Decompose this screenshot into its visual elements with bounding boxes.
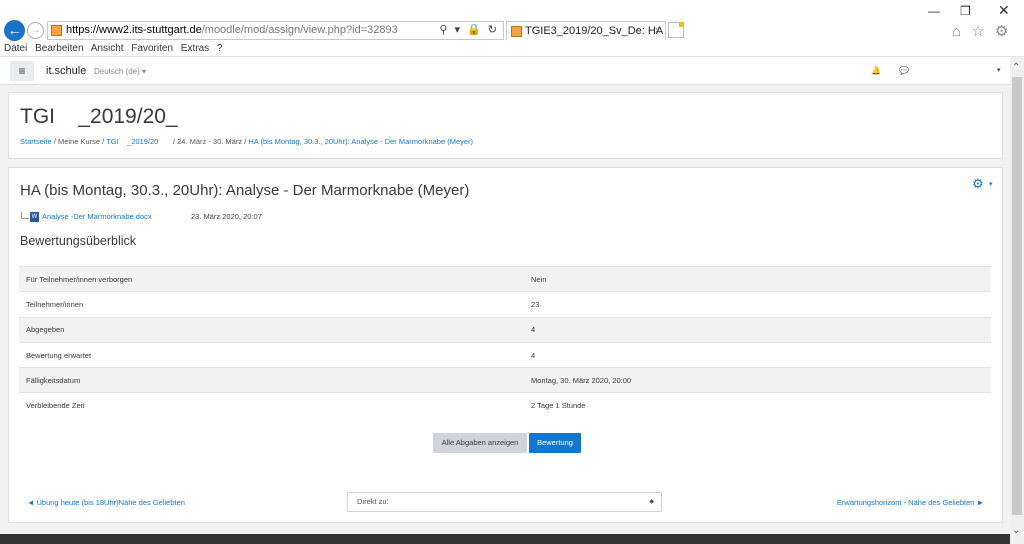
breadcrumb-my-courses: Meine Kurse (57, 137, 101, 146)
site-favicon-icon (51, 25, 62, 36)
menu-favoriten[interactable]: Favoriten (131, 43, 173, 54)
row-value: 4 (524, 316, 991, 343)
address-icons[interactable]: ⚲ ▾ 🔒 ↻ (439, 22, 499, 39)
table-row: Für Teilnehmer/innen verborgen Nein (19, 265, 991, 292)
vertical-scrollbar[interactable]: ⌃ ⌄ (1010, 57, 1024, 544)
breadcrumb-home[interactable]: Startseite (20, 137, 52, 146)
breadcrumb-assignment[interactable]: HA (bis Montag, 30.3., 20Uhr): Analyse -… (248, 137, 473, 146)
row-label: Teilnehmer/innen (19, 291, 524, 318)
scroll-up-icon[interactable]: ⌃ (1012, 62, 1020, 73)
breadcrumb-course[interactable]: TGI _2019/20 (106, 137, 171, 146)
url-host: https://www2.its-stuttgart.de (66, 24, 202, 36)
close-window-button[interactable]: ✕ (998, 2, 1010, 19)
menu-ansicht[interactable]: Ansicht (91, 43, 124, 54)
page-header: TGI _2019/20_ Startseite / Meine Kurse /… (8, 92, 1003, 159)
menu-extras[interactable]: Extras (181, 43, 209, 54)
menu-bar: Datei Bearbeiten Ansicht Favoriten Extra… (0, 42, 1024, 57)
word-document-icon: W (30, 212, 39, 223)
assignment-card: ⚙ ▾ HA (bis Montag, 30.3., 20Uhr): Analy… (8, 167, 1003, 523)
table-row: Fälligkeitsdatum Montag, 30. März 2020, 2… (19, 367, 991, 393)
table-row: Verbleibende Zeit 2 Tage 1 Stunde (19, 392, 991, 419)
grade-button[interactable]: Bewertung (529, 433, 581, 453)
restore-button[interactable]: ❐ (960, 4, 971, 18)
breadcrumb-week: 24. März - 30. März (177, 137, 243, 146)
minimize-button[interactable]: — (928, 4, 940, 18)
notification-message-icons[interactable]: 🔔 💬 (871, 66, 917, 75)
tree-line-icon (21, 212, 29, 219)
table-row: Bewertung erwartet 4 (19, 341, 991, 368)
file-date: 23. März 2020, 20:07 (191, 212, 262, 221)
browser-tab[interactable]: TGIE3_2019/20_Sv_De: HA (b... × (506, 21, 666, 40)
row-label: Verbleibende Zeit (19, 392, 524, 419)
page-title: HA (bis Montag, 30.3., 20Uhr): Analyse -… (20, 182, 470, 199)
table-row: Abgegeben 4 (19, 316, 991, 343)
course-title: TGI _2019/20_ (20, 105, 178, 128)
row-value: Nein (524, 265, 991, 292)
hamburger-menu-icon[interactable]: ≡ (10, 61, 34, 81)
tab-close-icon[interactable]: × (655, 22, 661, 40)
table-row: Teilnehmer/innen 23 (19, 291, 991, 318)
previous-activity-link[interactable]: ◄ Übung heute (bis 18Uhr)Nähe des Gelieb… (27, 498, 185, 507)
tab-title: TGIE3_2019/20_Sv_De: HA (b... (525, 25, 665, 37)
jump-to-label: Direkt zu: (357, 497, 389, 506)
user-menu-chevron-icon[interactable]: ▾ (997, 66, 1001, 74)
menu-help[interactable]: ? (217, 43, 223, 54)
view-all-submissions-button[interactable]: Alle Abgaben anzeigen (433, 433, 527, 453)
row-value: 2 Tage 1 Stunde (524, 392, 991, 419)
grading-summary-table: Für Teilnehmer/innen verborgen Nein Teiln… (19, 265, 991, 419)
address-bar[interactable]: https://www2.its-stuttgart.de/moodle/mod… (47, 21, 504, 40)
scroll-thumb[interactable] (1012, 77, 1022, 515)
chevron-down-icon[interactable]: ▾ (989, 180, 993, 188)
forward-button[interactable]: → (27, 22, 44, 39)
jump-to-select[interactable]: Direkt zu: ◆ (347, 492, 662, 512)
attached-file: W Analyse -Der Marmorknabe.docx 23. März … (21, 212, 262, 223)
row-value: Montag, 30. März 2020, 20:00 (524, 367, 991, 393)
row-value: 4 (524, 341, 991, 368)
new-tab-button[interactable] (668, 22, 684, 38)
menu-datei[interactable]: Datei (4, 43, 27, 54)
language-menu[interactable]: Deutsch (de) ▾ (94, 67, 146, 76)
grading-summary-heading: Bewertungsüberblick (20, 234, 137, 248)
menu-bearbeiten[interactable]: Bearbeiten (35, 43, 83, 54)
row-label: Fälligkeitsdatum (19, 367, 524, 393)
url-path: /moodle/mod/assign/view.php?id=32893 (201, 24, 398, 36)
file-link[interactable]: Analyse -Der Marmorknabe.docx (42, 212, 152, 221)
site-brand[interactable]: it.schule (46, 65, 86, 77)
select-arrows-icon: ◆ (649, 499, 654, 505)
row-value: 23 (524, 291, 991, 318)
breadcrumb: Startseite / Meine Kurse / TGI _2019/20 … (20, 137, 473, 146)
footer-bar (0, 534, 1010, 544)
gear-icon[interactable]: ⚙ (972, 176, 984, 192)
row-label: Abgegeben (19, 316, 524, 343)
moodle-navbar: ≡ it.schule Deutsch (de) ▾ 🔔 💬 ▾ (0, 57, 1010, 85)
scroll-down-icon[interactable]: ⌄ (1012, 525, 1020, 536)
tab-favicon-icon (511, 26, 522, 37)
row-label: Für Teilnehmer/innen verborgen (19, 265, 524, 292)
home-star-gear-icon[interactable]: ⌂ ☆ ⚙ (952, 23, 1011, 40)
browser-chrome: ← → https://www2.its-stuttgart.de/moodle… (0, 0, 1024, 57)
row-label: Bewertung erwartet (19, 341, 524, 368)
next-activity-link[interactable]: Erwartungshorizont - Nähe des Geliebten … (837, 498, 984, 507)
back-button[interactable]: ← (4, 20, 25, 41)
